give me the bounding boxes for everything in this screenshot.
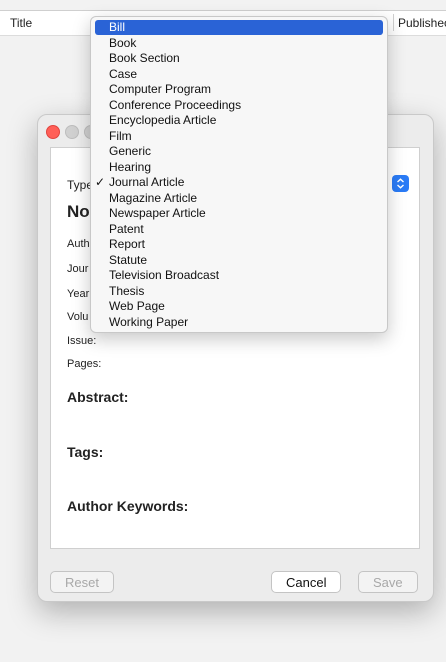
tags-section-label: Tags:	[67, 444, 104, 460]
menu-item-label: Case	[109, 66, 138, 81]
menu-item[interactable]: Film	[95, 129, 383, 144]
save-button[interactable]: Save	[358, 571, 418, 593]
menu-item-label: Hearing	[109, 159, 152, 174]
abstract-section-label: Abstract:	[67, 389, 129, 405]
menu-item-label: Thesis	[109, 283, 145, 298]
checkmark-icon: ✓	[95, 175, 106, 189]
menu-item-label: Book Section	[109, 51, 180, 65]
menu-item-label: Newspaper Article	[109, 206, 206, 220]
menu-item[interactable]: Patent	[95, 222, 383, 237]
item-type-menu: Bill Book Book Section Case Computer Program…	[90, 16, 388, 333]
menu-item[interactable]: Magazine Article	[95, 191, 383, 206]
menu-item[interactable]: Report	[95, 237, 383, 252]
cancel-button[interactable]: Cancel	[271, 571, 342, 593]
menu-item[interactable]: Hearing	[95, 160, 383, 175]
menu-item-label: Bill	[109, 20, 126, 34]
menu-item[interactable]: Book Section	[95, 51, 383, 66]
menu-item[interactable]: Case	[95, 67, 383, 82]
reset-button[interactable]: Reset	[50, 571, 114, 593]
menu-item[interactable]: Book	[95, 36, 383, 51]
close-window-button[interactable]	[46, 125, 60, 139]
menu-item-label: Report	[109, 237, 146, 251]
menu-item[interactable]: Bill	[95, 20, 383, 35]
menu-item-label: Journal Article	[109, 175, 185, 189]
menu-item[interactable]: Web Page	[95, 299, 383, 314]
volume-field-label: Volu	[67, 311, 89, 323]
menu-item[interactable]: Thesis	[95, 284, 383, 299]
minimize-window-button[interactable]	[65, 125, 79, 139]
menu-item[interactable]: Television Broadcast	[95, 268, 383, 283]
journal-field-label: Jour	[67, 263, 89, 275]
menu-item-label: Encyclopedia Article	[109, 113, 217, 127]
menu-item[interactable]: ✓ Journal Article	[95, 175, 383, 190]
type-select-button[interactable]	[392, 175, 409, 192]
menu-item[interactable]: Conference Proceedings	[95, 98, 383, 113]
menu-item-label: Generic	[109, 144, 152, 158]
author-field-label: Auth	[67, 238, 90, 250]
menu-item[interactable]: Computer Program	[95, 82, 383, 97]
column-divider[interactable]	[393, 14, 394, 31]
menu-item[interactable]: Encyclopedia Article	[95, 113, 383, 128]
menu-item-label: Web Page	[109, 299, 165, 313]
menu-item[interactable]: Working Paper	[95, 315, 383, 330]
menu-item-label: Patent	[109, 221, 144, 236]
menu-item-label: Working Paper	[109, 314, 189, 329]
menu-item-label: Conference Proceedings	[109, 97, 242, 112]
item-title-heading: No	[67, 202, 90, 221]
column-published[interactable]: Publishec	[398, 16, 446, 30]
column-title[interactable]: Title	[10, 16, 32, 30]
issue-field-label: Issue:	[67, 335, 97, 347]
menu-item-label: Television Broadcast	[109, 268, 220, 282]
menu-item[interactable]: Newspaper Article	[95, 206, 383, 221]
pages-field-label: Pages:	[67, 358, 102, 370]
menu-item-label: Magazine Article	[109, 190, 198, 205]
menu-item-label: Book	[109, 35, 137, 50]
menu-item-label: Statute	[109, 252, 148, 267]
menu-item[interactable]: Generic	[95, 144, 383, 159]
menu-item[interactable]: Statute	[95, 253, 383, 268]
year-field-label: Year	[67, 288, 90, 300]
menu-item-label: Computer Program	[109, 82, 212, 96]
keywords-section-label: Author Keywords:	[67, 498, 189, 514]
chevron-updown-icon	[397, 178, 404, 189]
menu-item-label: Film	[109, 128, 132, 143]
